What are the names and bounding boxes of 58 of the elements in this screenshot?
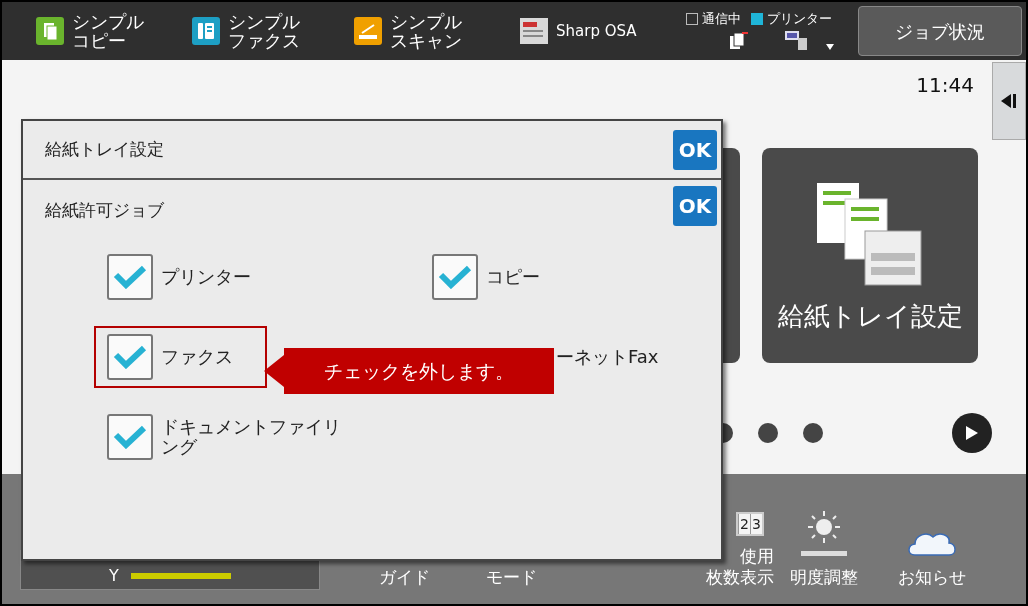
option-label: ファクス <box>161 347 233 367</box>
scanner-icon <box>354 17 382 45</box>
bottom-bar-button[interactable]: ガイド <box>378 567 430 588</box>
tooltip-pointer-icon <box>264 355 284 387</box>
job-status-button[interactable]: ジョブ状況 <box>858 6 1022 56</box>
toner-label: Y <box>109 565 119 587</box>
option-label: プリンター <box>161 267 251 287</box>
option-label: ドキュメントファイリング <box>161 417 342 457</box>
dropdown-caret-icon[interactable] <box>826 44 834 50</box>
checkbox-option[interactable]: プリンター <box>107 254 432 300</box>
counter-digit: 3 <box>750 514 762 534</box>
side-panel-tab[interactable] <box>992 62 1026 140</box>
status-label: 通信中 <box>702 12 741 26</box>
bottom-bar-button[interactable]: 明度調整 <box>790 567 858 588</box>
app-shortcut[interactable]: Sharp OSA <box>520 18 680 44</box>
document-icon <box>520 18 548 44</box>
section-title: 給紙許可ジョブ <box>45 199 164 222</box>
home-tile[interactable]: 給紙トレイ設定 <box>762 148 978 363</box>
checkbox-option[interactable]: ドキュメントファイリング <box>107 414 347 460</box>
app-shortcut[interactable]: シンプル コピー <box>36 12 192 50</box>
next-page-button[interactable] <box>952 413 992 453</box>
collapse-left-icon <box>1001 94 1017 108</box>
dialog-title: 給紙トレイ設定 <box>45 137 164 161</box>
app-shortcut[interactable]: シンプル スキャン <box>354 12 516 50</box>
ok-button[interactable]: OK <box>673 186 717 226</box>
app-label: シンプル コピー <box>72 12 144 50</box>
counter-digit: 2 <box>738 514 750 534</box>
clock: 11:44 <box>916 72 974 99</box>
checkbox-option[interactable]: ファクス <box>94 326 267 388</box>
tile-label: 給紙トレイ設定 <box>777 300 963 331</box>
brightness-icon <box>799 509 849 557</box>
option-label: ーネットFax <box>556 347 659 367</box>
check-icon <box>113 425 147 449</box>
status-label: プリンター <box>767 12 832 26</box>
play-icon <box>966 426 978 440</box>
check-icon <box>113 345 147 369</box>
checkbox[interactable] <box>107 414 153 460</box>
bottom-bar-button[interactable]: 使用 枚数表示 <box>706 546 774 588</box>
printer-icon <box>784 30 808 50</box>
checkbox-option[interactable]: コピー <box>432 254 682 300</box>
checkbox[interactable] <box>107 334 153 380</box>
ok-button[interactable]: OK <box>673 129 717 170</box>
check-icon <box>438 265 472 289</box>
checkbox[interactable] <box>107 254 153 300</box>
checkbox-option[interactable]: ーネットFax <box>556 347 682 367</box>
app-shortcut[interactable]: シンプル ファクス <box>192 12 354 50</box>
app-label: シンプル スキャン <box>390 12 462 50</box>
fax-icon <box>192 17 220 45</box>
check-icon <box>113 265 147 289</box>
paper-tray-icon <box>815 180 925 287</box>
copy-icon <box>36 17 64 45</box>
option-label: コピー <box>486 267 540 287</box>
documents-icon <box>728 30 750 50</box>
checkbox[interactable] <box>432 254 478 300</box>
bottom-bar-button[interactable]: お知らせ <box>898 567 966 588</box>
app-label: Sharp OSA <box>556 21 637 41</box>
app-label: シンプル ファクス <box>228 12 300 50</box>
bottom-bar-button[interactable]: モード <box>485 567 537 588</box>
